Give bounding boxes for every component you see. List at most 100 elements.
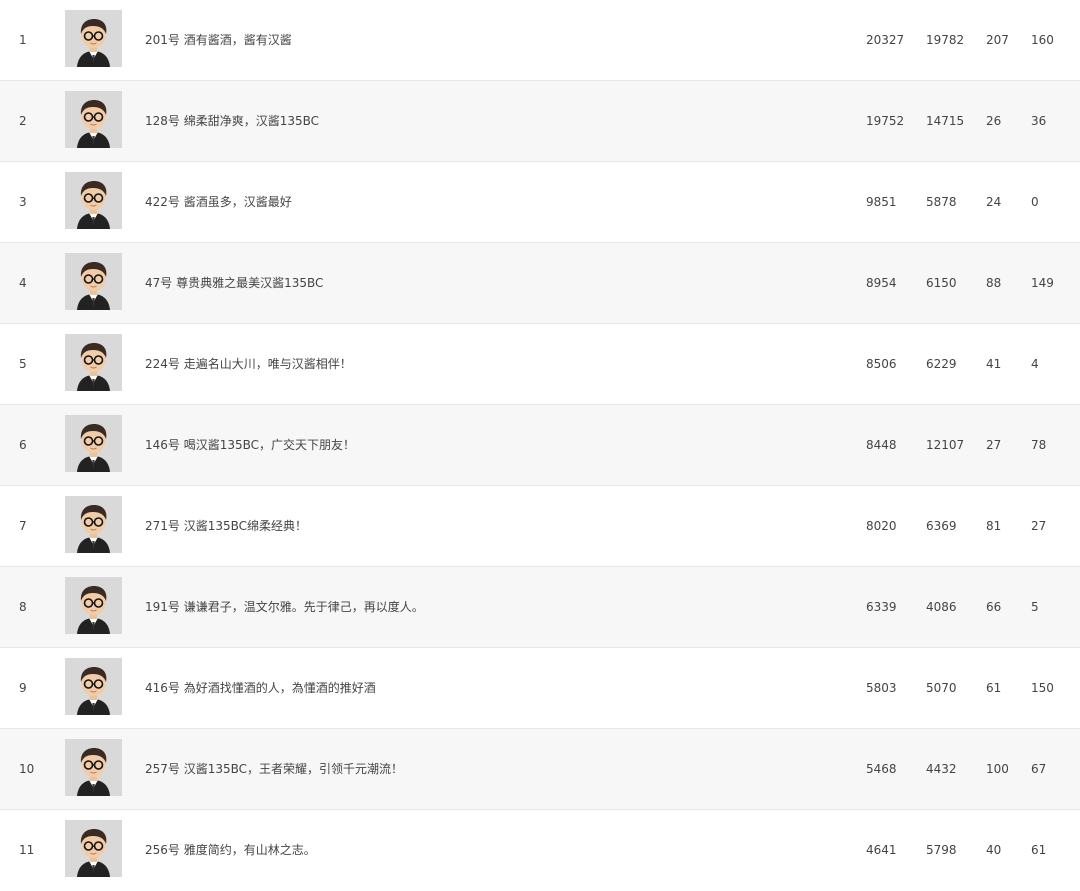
entry-title[interactable]: 146号 喝汉酱135BC，广交天下朋友！ [145, 405, 355, 486]
avatar[interactable] [65, 577, 122, 634]
entry-title[interactable]: 224号 走遍名山大川，唯与汉酱相伴！ [145, 324, 352, 405]
stat-value-2: 14715 [926, 114, 965, 128]
leaderboard-table: 1 201号 酒有酱酒，酱有汉酱 20327 19782 207 160 2 1… [0, 0, 1080, 886]
user-avatar-icon [65, 91, 122, 148]
entry-title[interactable]: 191号 谦谦君子，温文尔雅。先于律己，再以度人。 [145, 567, 424, 648]
stat-value-4: 27 [1031, 519, 1047, 533]
user-avatar-icon [65, 496, 122, 553]
rank-number: 8 [19, 600, 27, 614]
entry-title[interactable]: 47号 尊贵典雅之最美汉酱135BC [145, 243, 323, 324]
table-row[interactable]: 3 422号 酱酒虽多，汉酱最好 9851 5878 24 0 [0, 162, 1080, 243]
rank-number: 9 [19, 681, 27, 695]
stat-value-1: 8448 [866, 438, 897, 452]
avatar[interactable] [65, 10, 122, 67]
table-row[interactable]: 7 271号 汉酱135BC绵柔经典！ 8020 6369 81 27 [0, 486, 1080, 567]
stat-value-4: 160 [1031, 33, 1054, 47]
stat-value-4: 4 [1031, 357, 1039, 371]
rank-number: 11 [19, 843, 35, 857]
stat-value-3: 61 [986, 681, 1002, 695]
stat-value-2: 6369 [926, 519, 957, 533]
user-avatar-icon [65, 415, 122, 472]
stat-value-1: 20327 [866, 33, 905, 47]
avatar[interactable] [65, 172, 122, 229]
stat-value-3: 27 [986, 438, 1002, 452]
table-row[interactable]: 4 47号 尊贵典雅之最美汉酱135BC 8954 6150 88 149 [0, 243, 1080, 324]
stat-value-3: 81 [986, 519, 1002, 533]
entry-title[interactable]: 422号 酱酒虽多，汉酱最好 [145, 162, 292, 243]
table-row[interactable]: 10 257号 汉酱135BC，王者荣耀，引领千元潮流！ 5468 4432 100 6… [0, 729, 1080, 810]
user-avatar-icon [65, 253, 122, 310]
user-avatar-icon [65, 658, 122, 715]
avatar[interactable] [65, 253, 122, 310]
rank-number: 1 [19, 33, 27, 47]
stat-value-1: 5468 [866, 762, 897, 776]
stat-value-1: 6339 [866, 600, 897, 614]
table-row[interactable]: 11 256号 雅度简约，有山林之志。 4641 5798 40 61 [0, 810, 1080, 886]
entry-title[interactable]: 257号 汉酱135BC，王者荣耀，引领千元潮流！ [145, 729, 403, 810]
stat-value-2: 6150 [926, 276, 957, 290]
entry-title[interactable]: 256号 雅度简约，有山林之志。 [145, 810, 316, 891]
stat-value-2: 4432 [926, 762, 957, 776]
avatar[interactable] [65, 496, 122, 553]
stat-value-1: 8506 [866, 357, 897, 371]
avatar[interactable] [65, 415, 122, 472]
stat-value-4: 0 [1031, 195, 1039, 209]
entry-title[interactable]: 128号 绵柔甜净爽，汉酱135BC [145, 81, 319, 162]
table-row[interactable]: 9 416号 為好酒找懂酒的人，為懂酒的推好酒 5803 5070 61 150 [0, 648, 1080, 729]
stat-value-4: 5 [1031, 600, 1039, 614]
user-avatar-icon [65, 739, 122, 796]
stat-value-1: 5803 [866, 681, 897, 695]
entry-title[interactable]: 416号 為好酒找懂酒的人，為懂酒的推好酒 [145, 648, 376, 729]
avatar[interactable] [65, 739, 122, 796]
table-row[interactable]: 5 224号 走遍名山大川，唯与汉酱相伴！ 8506 6229 41 4 [0, 324, 1080, 405]
table-row[interactable]: 2 128号 绵柔甜净爽，汉酱135BC 19752 14715 26 36 [0, 81, 1080, 162]
stat-value-1: 8954 [866, 276, 897, 290]
stat-value-4: 78 [1031, 438, 1047, 452]
stat-value-2: 5878 [926, 195, 957, 209]
stat-value-4: 150 [1031, 681, 1054, 695]
stat-value-2: 6229 [926, 357, 957, 371]
entry-title[interactable]: 201号 酒有酱酒，酱有汉酱 [145, 0, 292, 81]
stat-value-4: 36 [1031, 114, 1047, 128]
avatar[interactable] [65, 334, 122, 391]
rank-number: 4 [19, 276, 27, 290]
avatar[interactable] [65, 91, 122, 148]
stat-value-3: 24 [986, 195, 1002, 209]
stat-value-1: 4641 [866, 843, 897, 857]
stat-value-2: 4086 [926, 600, 957, 614]
user-avatar-icon [65, 577, 122, 634]
rank-number: 2 [19, 114, 27, 128]
stat-value-3: 40 [986, 843, 1002, 857]
table-row[interactable]: 8 191号 谦谦君子，温文尔雅。先于律己，再以度人。 6339 4086 66 5 [0, 567, 1080, 648]
stat-value-3: 66 [986, 600, 1002, 614]
table-row[interactable]: 6 146号 喝汉酱135BC，广交天下朋友！ 8448 12107 27 78 [0, 405, 1080, 486]
avatar[interactable] [65, 658, 122, 715]
user-avatar-icon [65, 334, 122, 391]
stat-value-1: 8020 [866, 519, 897, 533]
avatar[interactable] [65, 820, 122, 877]
table-row[interactable]: 1 201号 酒有酱酒，酱有汉酱 20327 19782 207 160 [0, 0, 1080, 81]
user-avatar-icon [65, 820, 122, 877]
rank-number: 10 [19, 762, 35, 776]
stat-value-4: 67 [1031, 762, 1047, 776]
stat-value-2: 12107 [926, 438, 965, 452]
stat-value-4: 149 [1031, 276, 1054, 290]
stat-value-3: 41 [986, 357, 1002, 371]
rank-number: 3 [19, 195, 27, 209]
stat-value-1: 19752 [866, 114, 905, 128]
stat-value-2: 19782 [926, 33, 965, 47]
rank-number: 5 [19, 357, 27, 371]
entry-title[interactable]: 271号 汉酱135BC绵柔经典！ [145, 486, 307, 567]
stat-value-2: 5798 [926, 843, 957, 857]
rank-number: 6 [19, 438, 27, 452]
stat-value-3: 26 [986, 114, 1002, 128]
stat-value-1: 9851 [866, 195, 897, 209]
user-avatar-icon [65, 10, 122, 67]
stat-value-3: 88 [986, 276, 1002, 290]
rank-number: 7 [19, 519, 27, 533]
user-avatar-icon [65, 172, 122, 229]
stat-value-3: 100 [986, 762, 1009, 776]
stat-value-3: 207 [986, 33, 1009, 47]
stat-value-4: 61 [1031, 843, 1047, 857]
stat-value-2: 5070 [926, 681, 957, 695]
